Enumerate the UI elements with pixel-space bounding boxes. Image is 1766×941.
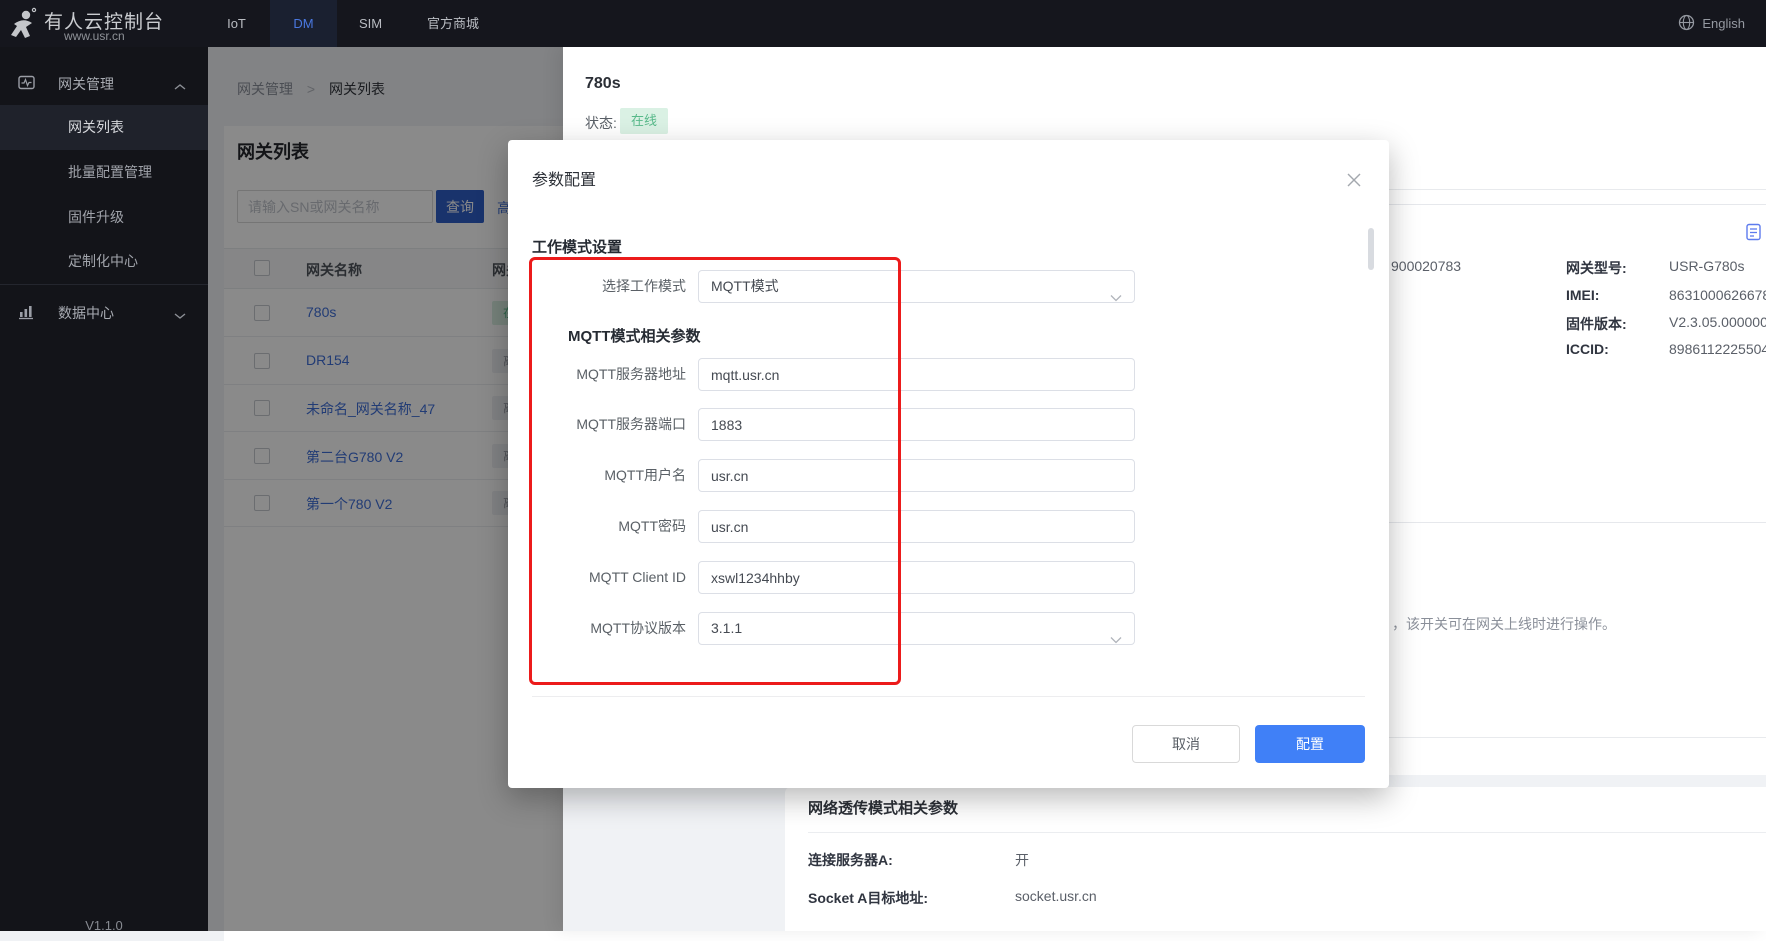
modal-title: 参数配置 bbox=[532, 166, 596, 190]
mqtt-version-value: 3.1.1 bbox=[711, 620, 742, 636]
info-value-model: USR-G780s bbox=[1669, 258, 1744, 274]
nav-iot[interactable]: IoT bbox=[203, 0, 270, 47]
edit-document-icon[interactable] bbox=[1745, 223, 1763, 244]
sidebar-item-customization-center[interactable]: 定制化中心 bbox=[0, 239, 208, 284]
drawer-title: 780s bbox=[585, 75, 621, 93]
cancel-button[interactable]: 取消 bbox=[1132, 725, 1240, 763]
mqtt-server-row: MQTT服务器地址 bbox=[508, 358, 1389, 391]
confirm-button[interactable]: 配置 bbox=[1255, 725, 1365, 763]
divider bbox=[532, 696, 1365, 697]
language-label: English bbox=[1702, 16, 1745, 31]
sidebar-group-label: 数据中心 bbox=[58, 303, 114, 323]
modal-scrollbar-thumb[interactable] bbox=[1368, 228, 1374, 270]
divider bbox=[0, 284, 208, 285]
divider bbox=[808, 832, 1766, 833]
mqtt-version-label: MQTT协议版本 bbox=[532, 612, 686, 645]
info-label-iccid: ICCID: bbox=[1566, 341, 1609, 357]
info-value-imei: 86310006266789 bbox=[1669, 287, 1766, 303]
sidebar-group-data-center[interactable]: 数据中心 bbox=[0, 289, 208, 334]
close-icon[interactable] bbox=[1346, 172, 1366, 192]
sidebar: 网关管理 网关列表 批量配置管理 固件升级 定制化中心 数据中心 V1.1.0 bbox=[0, 47, 208, 931]
mqtt-clientid-input[interactable] bbox=[698, 561, 1135, 594]
status-label: 状态: bbox=[585, 113, 617, 133]
mqtt-username-row: MQTT用户名 bbox=[508, 459, 1389, 492]
info-label-model: 网关型号: bbox=[1566, 258, 1627, 278]
passthrough-params-card: 网络透传模式相关参数 连接服务器A: 开 Socket A目标地址: socke… bbox=[785, 787, 1766, 931]
info-label-imei: IMEI: bbox=[1566, 287, 1599, 303]
mqtt-port-input[interactable] bbox=[698, 408, 1135, 441]
sidebar-group-gateway-management[interactable]: 网关管理 bbox=[0, 60, 208, 105]
server-a-value: 开 bbox=[1015, 850, 1029, 870]
mqtt-server-label: MQTT服务器地址 bbox=[532, 358, 686, 391]
nav-sim[interactable]: SIM bbox=[337, 0, 404, 47]
mqtt-password-label: MQTT密码 bbox=[532, 510, 686, 543]
status-badge: 在线 bbox=[620, 108, 668, 134]
passthrough-section-title: 网络透传模式相关参数 bbox=[808, 797, 958, 818]
brand-url: www.usr.cn bbox=[64, 29, 125, 43]
mqtt-port-row: MQTT服务器端口 bbox=[508, 408, 1389, 441]
sidebar-item-firmware-upgrade[interactable]: 固件升级 bbox=[0, 195, 208, 240]
mqtt-password-input[interactable] bbox=[698, 510, 1135, 543]
language-switcher[interactable]: English bbox=[1678, 0, 1745, 47]
work-mode-row: 选择工作模式 MQTT模式 bbox=[508, 270, 1389, 303]
parameter-config-modal: 参数配置 工作模式设置 选择工作模式 MQTT模式 MQTT模式相关参数 MQT… bbox=[508, 140, 1389, 788]
nav-shop[interactable]: 官方商城 bbox=[404, 0, 502, 47]
chevron-down-icon bbox=[174, 307, 186, 323]
chevron-down-icon bbox=[1110, 624, 1122, 655]
mqtt-clientid-row: MQTT Client ID bbox=[508, 561, 1389, 594]
socket-a-value: socket.usr.cn bbox=[1015, 888, 1097, 904]
info-value-iccid: 89861122255044 bbox=[1669, 341, 1766, 357]
mqtt-password-row: MQTT密码 bbox=[508, 510, 1389, 543]
mqtt-port-label: MQTT服务器端口 bbox=[532, 408, 686, 441]
mqtt-version-select[interactable]: 3.1.1 bbox=[698, 612, 1135, 645]
sidebar-item-gateway-list[interactable]: 网关列表 bbox=[0, 105, 208, 150]
mqtt-username-input[interactable] bbox=[698, 459, 1135, 492]
socket-a-label: Socket A目标地址: bbox=[808, 888, 928, 908]
mqtt-clientid-label: MQTT Client ID bbox=[532, 561, 686, 594]
info-value-firmware: V2.3.05.000000.00 bbox=[1669, 314, 1766, 330]
sidebar-group-label: 网关管理 bbox=[58, 74, 114, 94]
gateway-monitor-icon bbox=[18, 74, 35, 94]
usr-logo-icon bbox=[6, 6, 42, 45]
mqtt-server-input[interactable] bbox=[698, 358, 1135, 391]
bar-chart-icon bbox=[18, 303, 35, 323]
chevron-down-icon bbox=[1110, 282, 1122, 313]
top-nav: IoT DM SIM 官方商城 bbox=[203, 0, 502, 47]
work-mode-select[interactable]: MQTT模式 bbox=[698, 270, 1135, 303]
switch-hint-text: ，该开关可在网关上线时进行操作。 bbox=[1392, 614, 1616, 634]
work-mode-value: MQTT模式 bbox=[711, 278, 779, 294]
mqtt-version-row: MQTT协议版本 3.1.1 bbox=[508, 612, 1389, 645]
chevron-up-icon bbox=[174, 78, 186, 94]
topbar: 有人云控制台 www.usr.cn IoT DM SIM 官方商城 Englis… bbox=[0, 0, 1766, 47]
sidebar-item-batch-config[interactable]: 批量配置管理 bbox=[0, 150, 208, 195]
mqtt-username-label: MQTT用户名 bbox=[532, 459, 686, 492]
work-mode-label: 选择工作模式 bbox=[532, 270, 686, 303]
mqtt-params-section-title: MQTT模式相关参数 bbox=[568, 325, 701, 346]
work-mode-section-title: 工作模式设置 bbox=[532, 236, 622, 257]
sn-value: 900020783 bbox=[1391, 258, 1461, 274]
server-a-label: 连接服务器A: bbox=[808, 850, 893, 870]
nav-dm[interactable]: DM bbox=[270, 0, 337, 47]
info-label-firmware: 固件版本: bbox=[1566, 314, 1627, 334]
globe-icon bbox=[1678, 14, 1695, 34]
